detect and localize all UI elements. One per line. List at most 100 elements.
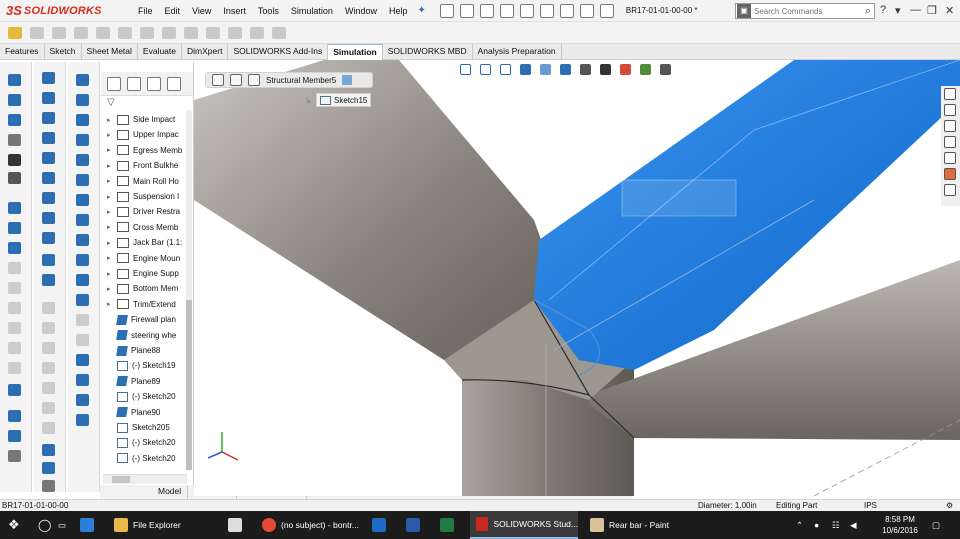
section-view-icon[interactable]: [520, 64, 531, 75]
mass-properties-icon[interactable]: [8, 410, 21, 422]
resources-icon[interactable]: [944, 104, 956, 116]
status-units[interactable]: IPS: [864, 501, 877, 510]
view-orientation-icon[interactable]: [560, 64, 571, 75]
line-tool-icon[interactable]: [52, 26, 66, 39]
zoom-to-fit-icon[interactable]: [460, 64, 471, 75]
tab-mbd[interactable]: SOLIDWORKS MBD: [383, 44, 473, 60]
help-dropdown-icon[interactable]: ▾: [895, 4, 901, 17]
expand-arrow-icon[interactable]: ▸: [107, 300, 117, 308]
breadcrumb-item[interactable]: Structural Member5: [266, 76, 336, 85]
dimxpert-manager-icon[interactable]: [167, 76, 181, 91]
zoom-area-icon[interactable]: [480, 64, 491, 75]
expand-arrow-icon[interactable]: ▸: [107, 116, 117, 124]
context-toolbar[interactable]: [621, 179, 737, 217]
move-icon[interactable]: [8, 242, 21, 254]
extrude-icon[interactable]: [42, 92, 55, 104]
curves-icon[interactable]: [76, 174, 89, 186]
tree-item[interactable]: ▸ Bottom Mem: [101, 281, 194, 296]
tree-item[interactable]: ▸ Main Roll Ho: [101, 174, 194, 189]
chevron-down-icon[interactable]: [8, 450, 21, 462]
tree-item[interactable]: ▸ Driver Restra: [101, 204, 194, 219]
hole-wizard-icon[interactable]: [76, 194, 89, 206]
tree-item[interactable]: ▸ Trim/Extend: [101, 297, 194, 312]
network-icon[interactable]: ☷: [832, 511, 840, 539]
search-taskbar-button[interactable]: ◯: [38, 511, 51, 539]
task-view-button[interactable]: ▭: [58, 511, 66, 539]
print-icon[interactable]: [499, 3, 514, 18]
design-library-icon[interactable]: [944, 120, 956, 132]
options-gear-icon[interactable]: [599, 3, 614, 18]
menu-file[interactable]: File: [132, 6, 159, 16]
menu-edit[interactable]: Edit: [159, 6, 187, 16]
shell-icon[interactable]: [42, 232, 55, 244]
expand-arrow-icon[interactable]: ▸: [107, 239, 117, 247]
appearances-icon[interactable]: [944, 168, 956, 180]
tree-item[interactable]: Plane89: [101, 374, 194, 389]
menu-window[interactable]: Window: [339, 6, 383, 16]
custom-properties-icon[interactable]: [944, 184, 956, 196]
word-button[interactable]: [406, 511, 425, 539]
convert-entities-icon[interactable]: [96, 26, 110, 39]
rebuild-icon[interactable]: [559, 3, 574, 18]
help-icon[interactable]: ?: [880, 4, 886, 16]
mirror-feature-icon[interactable]: [76, 254, 89, 266]
tree-item[interactable]: (-) Sketch19: [101, 358, 194, 373]
tree-item[interactable]: Plane90: [101, 405, 194, 420]
trim-tool-icon[interactable]: [74, 26, 88, 39]
tree-item[interactable]: ▸ Suspension I: [101, 189, 194, 204]
combine-icon[interactable]: [76, 294, 89, 306]
feature-manager-icon[interactable]: [107, 76, 121, 91]
sketch-tool-icon[interactable]: [30, 26, 44, 39]
trim-icon[interactable]: [8, 154, 21, 166]
minimize-icon[interactable]: —: [910, 4, 921, 16]
file-properties-icon[interactable]: [579, 3, 594, 18]
notifications-icon[interactable]: ▢: [932, 511, 940, 539]
chamfer-icon[interactable]: [42, 212, 55, 224]
tree-item[interactable]: (-) Sketch20: [101, 451, 194, 466]
point-icon[interactable]: [8, 134, 21, 146]
solidworks-logo[interactable]: 3S SOLIDWORKS: [6, 3, 118, 18]
pin-menu-icon[interactable]: ✦: [417, 5, 425, 16]
start-button[interactable]: ❖: [8, 511, 20, 539]
sketch-plane-icon[interactable]: [342, 75, 353, 85]
instant3d-icon[interactable]: [42, 462, 55, 474]
apply-scene-icon[interactable]: [640, 64, 651, 75]
graphics-area[interactable]: [194, 60, 960, 496]
tree-item[interactable]: (-) Sketch20: [101, 435, 194, 450]
property-manager-icon[interactable]: [127, 76, 141, 91]
quick-snaps-icon[interactable]: [250, 26, 264, 39]
tab-simulation[interactable]: Simulation: [328, 44, 383, 60]
taskbar-clock[interactable]: 8:58 PM 10/6/2016: [876, 514, 924, 536]
tab-features[interactable]: Features: [0, 44, 45, 60]
open-icon[interactable]: [459, 3, 474, 18]
expand-arrow-icon[interactable]: ▸: [107, 146, 117, 154]
linear-pattern-icon[interactable]: [76, 234, 89, 246]
rapid-sketch-icon[interactable]: [272, 26, 286, 39]
tree-item[interactable]: Firewall plan: [101, 312, 194, 327]
expand-arrow-icon[interactable]: ▸: [107, 177, 117, 185]
save-icon[interactable]: [479, 3, 494, 18]
tab-analysis-preparation[interactable]: Analysis Preparation: [473, 44, 562, 60]
home-icon[interactable]: [944, 88, 956, 100]
volume-icon[interactable]: ◀: [850, 511, 857, 539]
revolve-icon[interactable]: [42, 112, 55, 124]
expand-arrow-icon[interactable]: ▸: [107, 208, 117, 216]
spline-icon[interactable]: [8, 114, 21, 126]
expand-arrow-icon[interactable]: ▸: [107, 270, 117, 278]
tab-dimxpert[interactable]: DimXpert: [182, 44, 229, 60]
offset-entities-icon[interactable]: [118, 26, 132, 39]
feature-icon[interactable]: [248, 74, 260, 86]
body-icon[interactable]: [230, 74, 242, 86]
tree-item[interactable]: ▸ Front Bulkhe: [101, 158, 194, 173]
excel-button[interactable]: [440, 511, 459, 539]
display-style-icon[interactable]: [580, 64, 591, 75]
flex-icon[interactable]: [76, 414, 89, 426]
tree-item[interactable]: ▸ Egress Memb: [101, 143, 194, 158]
search-commands[interactable]: ▣ ⌕: [735, 3, 875, 19]
curve-icon[interactable]: [42, 444, 55, 456]
smart-dimension-icon[interactable]: [8, 26, 22, 39]
display-relations-icon[interactable]: [206, 26, 220, 39]
rotate-icon[interactable]: [76, 94, 89, 106]
delete-body-icon[interactable]: [76, 374, 89, 386]
select-icon[interactable]: [539, 3, 554, 18]
